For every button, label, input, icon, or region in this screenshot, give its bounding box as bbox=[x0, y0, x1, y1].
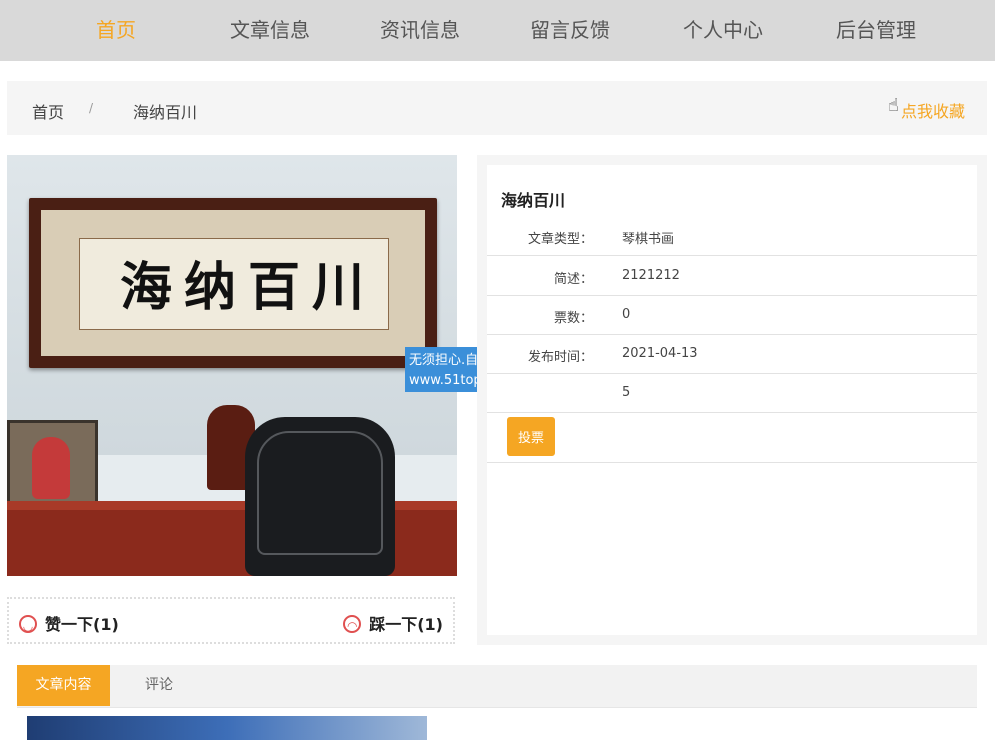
divider bbox=[487, 462, 977, 463]
article-content-image bbox=[27, 716, 427, 740]
info-value: 0 bbox=[622, 307, 631, 322]
breadcrumb-separator: / bbox=[89, 101, 94, 115]
info-value: 2021-04-13 bbox=[622, 346, 698, 361]
like-label: 赞一下(1) bbox=[45, 615, 119, 634]
smile-icon: ◡ bbox=[19, 614, 37, 633]
vote-button[interactable]: 投票 bbox=[507, 417, 555, 456]
article-info-panel: 海纳百川 文章类型： 琴棋书画 简述： 2121212 票数： 0 发布时间： … bbox=[477, 155, 987, 645]
nav-item-news[interactable]: 资讯信息 bbox=[380, 14, 460, 43]
reaction-bar: ◡ 赞一下(1) ◠ 踩一下(1) bbox=[7, 597, 455, 644]
top-navigation: 首页 文章信息 资讯信息 留言反馈 个人中心 后台管理 bbox=[0, 0, 995, 61]
pointer-hand-icon: ☝ bbox=[888, 95, 899, 116]
content-tabs: 文章内容 评论 bbox=[17, 665, 977, 708]
dislike-button[interactable]: ◠ 踩一下(1) bbox=[343, 611, 443, 635]
info-label: 票数： bbox=[553, 311, 593, 326]
favorite-label: 点我收藏 bbox=[900, 102, 965, 121]
tab-comments[interactable]: 评论 bbox=[145, 665, 173, 706]
nav-item-profile[interactable]: 个人中心 bbox=[683, 14, 763, 43]
info-value: 琴棋书画 bbox=[622, 232, 675, 247]
calligraphy-frame: 海纳百川 bbox=[29, 198, 437, 368]
breadcrumb: 首页 / 海纳百川 ☝ 点我收藏 bbox=[7, 81, 987, 135]
info-label: 简述： bbox=[553, 272, 593, 287]
breadcrumb-home[interactable]: 首页 bbox=[32, 99, 64, 123]
breadcrumb-current: 海纳百川 bbox=[133, 103, 198, 122]
nav-item-home[interactable]: 首页 bbox=[96, 14, 136, 43]
frown-icon: ◠ bbox=[343, 614, 362, 633]
nav-item-articles[interactable]: 文章信息 bbox=[230, 14, 310, 43]
like-button[interactable]: ◡ 赞一下(1) bbox=[19, 611, 119, 635]
article-title: 海纳百川 bbox=[501, 191, 566, 210]
nav-item-feedback[interactable]: 留言反馈 bbox=[530, 14, 610, 43]
info-row-summary: 简述： 2121212 bbox=[487, 256, 977, 296]
info-label: 文章类型： bbox=[527, 232, 593, 247]
calligraphy-text: 海纳百川 bbox=[119, 257, 376, 318]
info-value: 2121212 bbox=[622, 268, 680, 283]
info-value: 5 bbox=[622, 385, 631, 400]
info-label: 发布时间： bbox=[527, 350, 593, 365]
favorite-button[interactable]: ☝ 点我收藏 bbox=[888, 95, 965, 122]
dislike-label: 踩一下(1) bbox=[369, 615, 443, 634]
info-row-type: 文章类型： 琴棋书画 bbox=[487, 216, 977, 256]
article-cover-image: 海纳百川 bbox=[7, 155, 457, 576]
info-row-count: 5 bbox=[487, 373, 977, 413]
tab-article-content[interactable]: 文章内容 bbox=[17, 665, 110, 706]
nav-item-admin[interactable]: 后台管理 bbox=[836, 14, 916, 43]
info-row-votes: 票数： 0 bbox=[487, 295, 977, 335]
doll-display-case bbox=[7, 420, 98, 514]
office-chair bbox=[245, 417, 395, 576]
info-row-publish-date: 发布时间： 2021-04-13 bbox=[487, 334, 977, 374]
